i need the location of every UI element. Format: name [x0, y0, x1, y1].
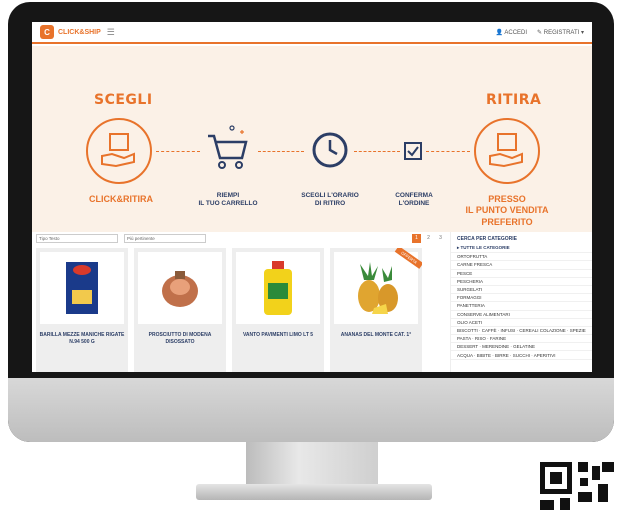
monitor-stand — [246, 442, 378, 487]
monitor-base — [196, 484, 432, 500]
qr-code — [540, 462, 614, 510]
monitor-bezel — [8, 2, 614, 442]
monitor-chin — [8, 378, 614, 442]
